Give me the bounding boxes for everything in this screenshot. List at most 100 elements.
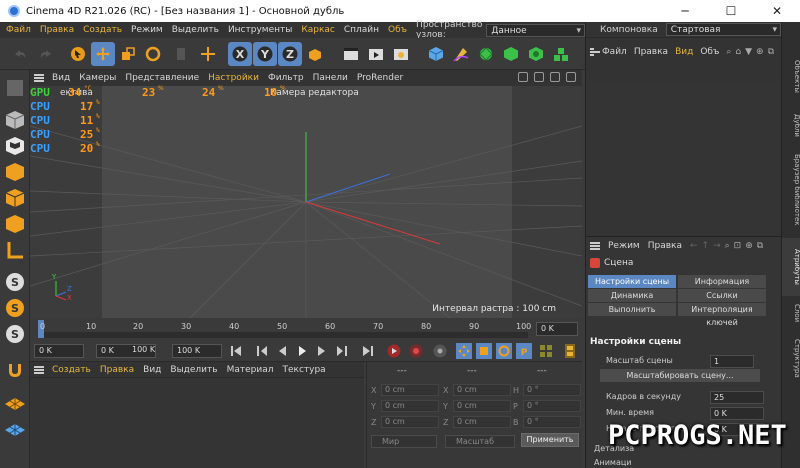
object-list[interactable] — [586, 82, 782, 236]
obj-home-icon[interactable]: ⌂ — [735, 47, 741, 57]
min-time-field[interactable]: 0 K — [710, 407, 764, 420]
deformer-button[interactable] — [524, 42, 548, 66]
tab-info[interactable]: Информация — [678, 275, 766, 288]
rot-b-field[interactable]: 0 ° — [523, 416, 581, 428]
mat-menu-create[interactable]: Создать — [52, 365, 91, 375]
attr-up-icon[interactable]: ↑ — [702, 241, 710, 251]
next-key-icon[interactable] — [334, 343, 350, 359]
mat-menu-texture[interactable]: Текстура — [282, 365, 325, 375]
obj-add-icon[interactable]: ⊕ — [756, 47, 764, 57]
vp-menu-cameras[interactable]: Камеры — [79, 73, 116, 83]
edges-mode-button[interactable] — [3, 186, 27, 210]
timeline-filmstrip-icon[interactable] — [562, 343, 578, 359]
axis-y-lock-button[interactable]: Y — [253, 42, 277, 66]
pen-spline-button[interactable] — [449, 42, 473, 66]
start-frame-field[interactable]: 0 K — [34, 344, 84, 358]
keyframe-selection-icon[interactable] — [432, 343, 448, 359]
menu-mode[interactable]: Режим — [131, 25, 163, 35]
obj-menu-file[interactable]: Файл — [602, 47, 627, 57]
scale-tool-button[interactable] — [116, 42, 140, 66]
vtab-structure[interactable]: Структура — [782, 330, 800, 386]
coordinate-system-button[interactable] — [303, 42, 327, 66]
nodespace-dropdown[interactable]: Данное (Стандартный/Физический) — [486, 23, 585, 60]
snap-mode-button[interactable]: S — [3, 322, 27, 346]
mat-menu-material[interactable]: Материал — [227, 365, 274, 375]
obj-filter-icon[interactable]: ▼ — [745, 47, 752, 57]
obj-menu-objects[interactable]: Объ — [700, 47, 719, 57]
texture-mode-button[interactable] — [3, 134, 27, 158]
grid-mode-button[interactable] — [3, 416, 27, 440]
mat-menu-select[interactable]: Выделить — [170, 365, 217, 375]
polygons-mode-button[interactable] — [3, 212, 27, 236]
viewport-rotate-icon[interactable] — [550, 72, 560, 82]
move-tool-button[interactable] — [91, 42, 115, 66]
axis-x-lock-button[interactable]: X — [228, 42, 252, 66]
key-pla-icon[interactable] — [538, 343, 554, 359]
vtab-objects[interactable]: Объекты — [782, 46, 800, 106]
timeline-ruler[interactable]: 0 10 20 30 40 50 60 70 80 90 100 0 K — [30, 318, 582, 340]
size-y-field[interactable]: 0 cm — [453, 400, 511, 412]
tab-key-interpolation[interactable]: Интерполяция ключей — [678, 303, 766, 327]
scale-scene-button[interactable]: Масштабировать сцену... — [600, 369, 760, 382]
close-button[interactable]: ✕ — [754, 0, 800, 22]
autokey-icon[interactable] — [408, 343, 424, 359]
vp-menu-display[interactable]: Представление — [125, 73, 199, 83]
mat-menu-edit[interactable]: Правка — [100, 365, 134, 375]
undo-button[interactable] — [8, 42, 32, 66]
material-menu-icon[interactable] — [34, 365, 44, 374]
play-icon[interactable] — [294, 343, 310, 359]
attr-forward-icon[interactable]: → — [713, 241, 721, 251]
obj-expand-icon[interactable]: ⧉ — [768, 47, 774, 57]
goto-end-icon[interactable] — [360, 343, 376, 359]
vp-menu-prorender[interactable]: ProRender — [357, 73, 403, 83]
current-frame-field[interactable]: 0 K — [536, 322, 578, 336]
tab-todo[interactable]: Выполнить — [588, 303, 676, 316]
vp-menu-panel[interactable]: Панели — [313, 73, 348, 83]
key-position-icon[interactable] — [456, 343, 472, 359]
vtab-attributes[interactable]: Атрибуты — [782, 238, 800, 296]
cloner-button[interactable] — [499, 42, 523, 66]
menu-mograph[interactable]: Каркас — [301, 25, 335, 35]
apply-button[interactable]: Применить — [521, 433, 579, 447]
menu-spline[interactable]: Сплайн — [344, 25, 379, 35]
scene-scale-field[interactable]: 1 — [710, 355, 754, 368]
rot-h-field[interactable]: 0 ° — [523, 384, 581, 396]
render-view-button[interactable] — [339, 42, 363, 66]
magnet-tool-button[interactable] — [3, 358, 27, 382]
attr-lock-icon[interactable]: ⊡ — [734, 241, 742, 251]
size-z-field[interactable]: 0 cm — [453, 416, 511, 428]
axis-z-lock-button[interactable]: Z — [278, 42, 302, 66]
minimize-button[interactable]: ─ — [662, 0, 708, 22]
pos-y-field[interactable]: 0 cm — [381, 400, 439, 412]
key-rotation-icon[interactable] — [496, 343, 512, 359]
vp-menu-view[interactable]: Вид — [52, 73, 70, 83]
viewport-toggle-icon[interactable] — [566, 72, 576, 82]
vp-menu-filter[interactable]: Фильтр — [268, 73, 304, 83]
mat-menu-view[interactable]: Вид — [143, 365, 161, 375]
cube-primitive-button[interactable] — [424, 42, 448, 66]
axis-mode-button[interactable] — [3, 238, 27, 262]
viewport-zoom-icon[interactable] — [534, 72, 544, 82]
vtab-layers[interactable]: Слои — [782, 298, 800, 328]
menu-edit[interactable]: Правка — [40, 25, 74, 35]
object-menu-icon[interactable] — [590, 48, 600, 56]
prev-frame-icon[interactable] — [274, 343, 290, 359]
tab-dynamics[interactable]: Динамика — [588, 289, 676, 302]
menu-tools[interactable]: Инструменты — [228, 25, 292, 35]
menu-objects[interactable]: Объ — [388, 25, 407, 35]
redo-button[interactable] — [34, 42, 58, 66]
rot-p-field[interactable]: 0 ° — [523, 400, 581, 412]
attr-menu-edit[interactable]: Правка — [648, 241, 682, 251]
size-x-field[interactable]: 0 cm — [453, 384, 511, 396]
vp-menu-options[interactable]: Настройки — [208, 73, 259, 83]
maximize-button[interactable]: ☐ — [708, 0, 754, 22]
obj-menu-view[interactable]: Вид — [675, 47, 693, 57]
pos-x-field[interactable]: 0 cm — [381, 384, 439, 396]
points-mode-button[interactable] — [3, 160, 27, 184]
select-tool-button[interactable] — [66, 42, 90, 66]
render-picture-viewer-button[interactable] — [364, 42, 388, 66]
attr-menu-mode[interactable]: Режим — [608, 241, 640, 251]
pos-z-field[interactable]: 0 cm — [381, 416, 439, 428]
recent-tool-button[interactable] — [170, 42, 194, 66]
coord-space-dropdown[interactable]: Мир — [371, 435, 437, 448]
